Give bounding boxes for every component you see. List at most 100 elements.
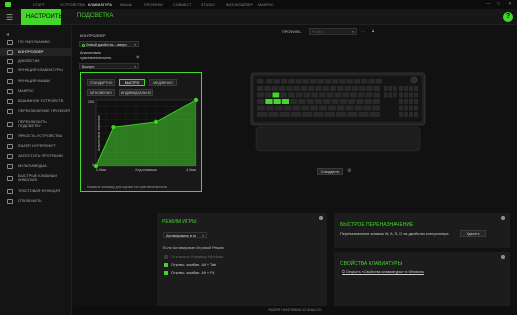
topnav-macro[interactable]: МАКРОС — [258, 3, 274, 7]
chart-point[interactable] — [193, 97, 199, 103]
checkbox-disable-alt-f4[interactable] — [164, 271, 168, 275]
sidebar-item-2[interactable]: ДЖОЙСТИК — [0, 57, 72, 65]
keyboard-key[interactable] — [302, 79, 310, 84]
keyboard-key[interactable] — [404, 99, 408, 104]
keyboard-key[interactable] — [369, 112, 380, 117]
chart-point[interactable] — [111, 124, 116, 130]
profile-dropdown[interactable]: Profile 1 ▾ — [309, 28, 357, 35]
keyboard-key[interactable] — [337, 86, 344, 91]
keyboard-key[interactable] — [393, 86, 397, 91]
sidebar-item-14[interactable]: ТЕКСТОВАЯ ФУНКЦИЯ — [0, 187, 72, 195]
keyboard-key[interactable] — [353, 79, 361, 84]
keyboard-key[interactable] — [373, 92, 381, 98]
keyboard-properties-info-icon[interactable]: i — [501, 255, 505, 259]
game-mode-info-icon[interactable]: i — [319, 216, 323, 220]
keyboard-key[interactable] — [363, 105, 372, 111]
keyboard-key[interactable] — [339, 99, 347, 104]
sidebar-item-10[interactable]: RAZER HYPERSHIFT — [0, 142, 72, 150]
keyboard-key[interactable] — [350, 92, 357, 98]
sidebar-item-15[interactable]: ОТКЛЮЧИТЬ — [0, 197, 72, 205]
keyboard-key[interactable] — [384, 86, 388, 91]
keyboard-key[interactable] — [339, 79, 346, 84]
checkbox-disable-alt-tab[interactable] — [164, 263, 168, 267]
keyboard-key[interactable] — [414, 92, 418, 98]
keyboard-key[interactable] — [409, 86, 413, 91]
keyboard-key[interactable] — [342, 92, 350, 98]
sidebar-item-7[interactable]: ПЕРЕКЛЮЧЕНИЕ ПРОФИЛЯ — [0, 107, 72, 115]
topnav-studio[interactable]: STUDIO — [201, 3, 215, 7]
keyboard-key[interactable] — [373, 86, 380, 91]
maximize-button[interactable]: □ — [497, 1, 500, 6]
keyboard-key[interactable] — [257, 112, 268, 117]
keyboard-key[interactable] — [358, 112, 369, 117]
keyboard-key[interactable] — [331, 79, 339, 84]
keyboard-key[interactable] — [322, 86, 329, 91]
chart-point[interactable] — [153, 119, 159, 125]
standard-button[interactable]: Стандартно — [317, 168, 343, 175]
keyboard-key[interactable] — [288, 79, 295, 84]
topnav-visualizer[interactable]: ВИЗУАЛАЙЗЕР — [226, 3, 253, 7]
keyboard-key[interactable] — [393, 92, 397, 98]
sidebar-item-6[interactable]: ВЗАИМНОЕ УСТРОЙСТВ — [0, 97, 72, 105]
keyboard-key[interactable] — [344, 86, 351, 91]
keyboard-key[interactable] — [409, 99, 413, 104]
topnav-keyboard[interactable]: КЛАВИАТУРА — [88, 3, 112, 7]
keyboard-key[interactable] — [295, 92, 303, 98]
keyboard-key[interactable] — [409, 105, 413, 111]
keyboard-key[interactable] — [290, 112, 302, 117]
keyboard-key[interactable] — [293, 86, 300, 91]
keyboard-key[interactable] — [271, 86, 278, 91]
keyboard-settings-icon[interactable]: ⚙ — [347, 168, 351, 174]
keyboard-key[interactable] — [266, 79, 273, 84]
keyboard-key[interactable] — [324, 112, 335, 117]
keyboard-key[interactable] — [314, 99, 323, 104]
keyboard-key[interactable] — [414, 99, 418, 104]
keyboard-key[interactable] — [264, 86, 271, 91]
sidebar-item-9[interactable]: ЯРКОСТЬ УСТРОЙСТВА — [0, 132, 72, 140]
keyboard-key[interactable] — [414, 86, 418, 91]
keyboard-key[interactable] — [301, 105, 310, 111]
keyboard-key[interactable] — [265, 99, 273, 104]
hamburger-menu-icon[interactable]: ☰ — [6, 13, 13, 22]
checkbox-disable-windows-key[interactable] — [164, 255, 168, 259]
preset-instant-button[interactable]: МГНОВЕННО — [87, 89, 115, 96]
lock-icon[interactable]: 🔒︎ — [372, 29, 374, 33]
keyboard-key[interactable] — [404, 112, 408, 117]
keyboard-key[interactable] — [384, 92, 388, 98]
keyboard-key[interactable] — [361, 79, 368, 84]
keyboard-key[interactable] — [278, 86, 286, 91]
keyboard-key[interactable] — [399, 105, 403, 111]
keyboard-key[interactable] — [311, 92, 319, 98]
keyboard-key[interactable] — [388, 92, 393, 98]
help-button[interactable]: ? — [503, 12, 513, 22]
keyboard-key[interactable] — [399, 86, 403, 91]
sidebar-item-11[interactable]: ЗАПУСТИТЬ ПРОГРАММ — [0, 152, 72, 160]
keyboard-key[interactable] — [303, 92, 311, 98]
keyboard-key[interactable] — [319, 105, 327, 111]
keyboard-key[interactable] — [346, 79, 353, 84]
minimize-button[interactable]: — — [486, 1, 491, 6]
keyboard-key[interactable] — [399, 92, 403, 98]
sidebar-item-0[interactable]: ПО УМОЛЧАНИЮ — [0, 38, 72, 46]
keyboard-key[interactable] — [404, 86, 408, 91]
sidebar-item-13[interactable]: БЫСТРЫЕ КЛАВИШИ WINDOWS — [0, 173, 72, 183]
keyboard-key[interactable] — [310, 105, 318, 111]
keyboard-key[interactable] — [388, 86, 393, 91]
collapse-arrow-icon[interactable]: ◂ — [6, 31, 9, 38]
keyboard-key[interactable] — [326, 92, 334, 98]
keyboard-key[interactable] — [274, 105, 283, 111]
keyboard-key[interactable] — [298, 99, 306, 104]
tab-lighting[interactable]: ПОДСВЕТКА — [77, 13, 113, 19]
keyboard-key[interactable] — [399, 99, 403, 104]
sidebar-item-8[interactable]: ПЕРЕКЛЮЧИТЬ ПОДСВЕТКУ — [0, 119, 72, 129]
preset-fast-button[interactable]: БЫСТРО — [119, 79, 145, 86]
remove-remap-button[interactable]: Удалить — [460, 230, 486, 237]
topnav-devices[interactable]: УСТРОЙСТВА — [60, 3, 85, 7]
keyboard-key[interactable] — [310, 79, 317, 84]
keyboard-key[interactable] — [273, 99, 281, 104]
keyboard-key[interactable] — [300, 86, 308, 91]
keyboard-key[interactable] — [264, 92, 272, 98]
keyboard-key[interactable] — [292, 105, 301, 111]
keyboard-key[interactable] — [257, 86, 264, 91]
keyboard-key[interactable] — [279, 112, 290, 117]
